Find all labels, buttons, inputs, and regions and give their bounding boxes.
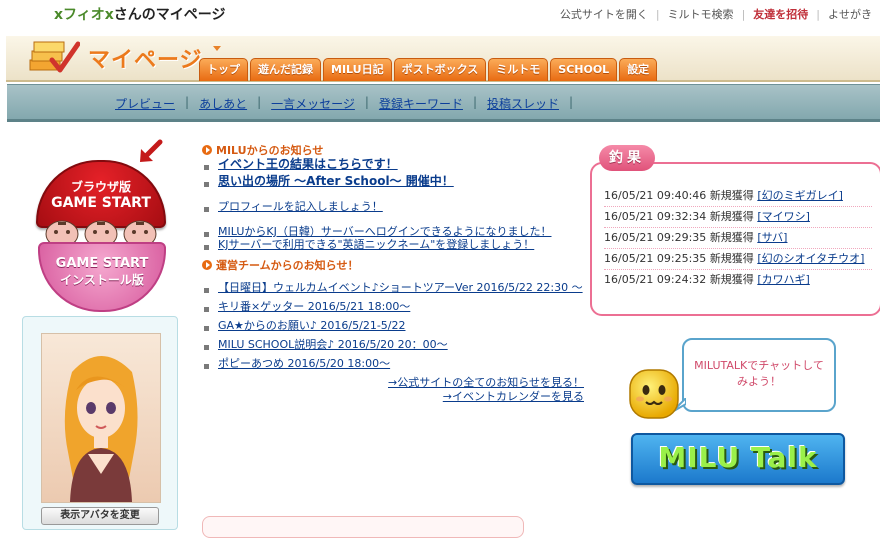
invite-friend-link[interactable]: 友達を招待 [745,8,816,21]
fish-action: 新規獲得 [709,189,754,202]
caret-down-icon [213,46,221,51]
list-item: 思い出の場所 ～After School～ 開催中！ [202,175,592,188]
change-avatar-button[interactable]: 表示アバタを変更 [41,507,159,525]
fish-time: 16/05/21 09:29:35 [604,231,707,244]
tab-milu-diary[interactable]: MILU日記 [323,58,392,81]
user-name: xフィオx [54,7,114,23]
fish-time: 16/05/21 09:24:32 [604,273,707,286]
play-bullet-icon [202,260,212,270]
event-calendar-link[interactable]: →イベントカレンダーを見る [202,390,584,404]
list-item: イベント王の結果はこちらです！ [202,158,592,171]
list-item: 【日曜日】ウェルカムイベント♪ショートツアーVer 2016/5/22 22:3… [202,281,592,294]
arrow-down-left-icon [140,139,163,162]
list-item: KJサーバーで利用できる"英語ニックネーム"を登録しましょう！ [202,238,592,251]
list-item: 16/05/21 09:32:34 新規獲得 [マイワシ] [604,207,872,228]
list-item: ポピーあつめ 2016/5/20 18:00～ [202,357,592,370]
news-link[interactable]: GA★からのお願い♪ 2016/5/21-5/22 [218,319,406,332]
list-item: 16/05/21 09:40:46 新規獲得 [幻のミギガレイ] [604,186,872,207]
tab-top[interactable]: トップ [199,58,248,81]
subnav-footprints[interactable]: あしあと [191,95,255,112]
fish-action: 新規獲得 [709,210,754,223]
news-link[interactable]: プロフィールを記入しましょう！ [218,200,383,213]
news-link[interactable]: キリ番×ゲッター 2016/5/21 18:00～ [218,300,410,313]
fish-name-link[interactable]: [マイワシ] [757,210,810,223]
list-item: 16/05/21 09:24:32 新規獲得 [カワハギ] [604,270,872,290]
news-link[interactable]: MILU SCHOOL説明会♪ 2016/5/20 20：00～ [218,338,448,351]
install-game-start-button[interactable]: GAME START インストール版 [38,242,166,312]
fish-name-link[interactable]: [幻のシオイタチウオ] [757,252,864,265]
user-page-title: xフィオxさんのマイページ [54,4,226,24]
news-link[interactable]: イベント王の結果はこちらです！ [218,157,398,171]
list-item: GA★からのお願い♪ 2016/5/21-5/22 [202,319,592,332]
news-link[interactable]: ポピーあつめ 2016/5/20 18:00～ [218,357,390,370]
fishing-results-panel: 16/05/21 09:40:46 新規獲得 [幻のミギガレイ] 16/05/2… [590,162,880,316]
fish-action: 新規獲得 [709,231,754,244]
milu-talk-button[interactable]: MILU Talk [631,433,845,485]
official-site-link[interactable]: 公式サイトを開く [552,8,656,21]
ops-news-heading: 運営チームからのお知らせ！ [202,257,592,273]
play-bullet-icon [202,145,212,155]
subnav-posted-threads[interactable]: 投稿スレッド [479,95,567,112]
subnav-registered-keywords[interactable]: 登録キーワード [371,95,471,112]
milu-news-heading: MILUからのお知らせ [202,142,592,158]
browser-version-label: ブラウザ版 [70,180,131,194]
list-item: MILUからKJ（日韓）サーバーへログインできるようになりました！ [202,225,592,238]
list-item: 16/05/21 09:25:35 新規獲得 [幻のシオイタチウオ] [604,249,872,270]
list-item: MILU SCHOOL説明会♪ 2016/5/20 20：00～ [202,338,592,351]
avatar-character-icon [64,356,138,502]
tab-school[interactable]: SCHOOL [550,58,618,81]
fish-name-link[interactable]: [幻のミギガレイ] [757,189,843,202]
top-bar: xフィオxさんのマイページ 公式サイトを開く | ミルトモ検索 | 友達を招待 | よせがき [0,0,880,30]
news-section: MILUからのお知らせ イベント王の結果はこちらです！ 思い出の場所 ～Afte… [202,142,592,404]
fishing-results-list: 16/05/21 09:40:46 新規獲得 [幻のミギガレイ] 16/05/2… [604,186,872,290]
avatar-panel: 表示アバタを変更 [22,316,178,530]
game-start-panel: ブラウザ版 GAME START GAME START インストール版 [36,138,166,312]
yosegaki-link[interactable]: よせがき [820,8,880,21]
fish-action: 新規獲得 [709,252,754,265]
main-tabs: トップ 遊んだ記録 MILU日記 ポストボックス ミルトモ SCHOOL 設定 [199,58,658,82]
subnav-links: プレビュー | あしあと | 一言メッセージ | 登録キーワード | 投稿スレッド | [107,95,575,112]
fish-time: 16/05/21 09:32:34 [604,210,707,223]
browser-game-start-label: GAME START [51,195,151,211]
header: マイページ トップ 遊んだ記録 MILU日記 ポストボックス ミルトモ SCHO… [6,36,880,82]
list-item: 16/05/21 09:29:35 新規獲得 [サバ] [604,228,872,249]
user-page-suffix: さんのマイページ [113,7,226,23]
news-link[interactable]: 思い出の場所 ～After School～ 開催中！ [218,174,454,188]
page-title: マイページ [88,48,203,73]
chat-speech-bubble: MILUTALKでチャットしてみよう！ [682,338,836,412]
tab-settings[interactable]: 設定 [619,58,658,81]
subnav-preview[interactable]: プレビュー [107,95,183,112]
tab-play-record[interactable]: 遊んだ記録 [250,58,321,81]
list-item: キリ番×ゲッター 2016/5/21 18:00～ [202,300,592,313]
install-game-start-label: GAME START [55,256,149,271]
install-version-label: インストール版 [60,273,144,287]
see-all-news-link[interactable]: →公式サイトの全てのお知らせを見る！ [202,376,584,390]
fish-time: 16/05/21 09:40:46 [604,189,707,202]
fish-name-link[interactable]: [サバ] [757,231,787,244]
mypage-logo-icon [29,41,80,73]
avatar [41,333,161,503]
see-all-links: →公式サイトの全てのお知らせを見る！ →イベントカレンダーを見る [202,376,592,404]
fish-time: 16/05/21 09:25:35 [604,252,707,265]
smiley-face-icon [629,369,679,419]
sub-navigation: プレビュー | あしあと | 一言メッセージ | 登録キーワード | 投稿スレッド | [7,84,880,122]
fish-action: 新規獲得 [709,273,754,286]
milu-news-list: イベント王の結果はこちらです！ 思い出の場所 ～After School～ 開催… [202,158,592,251]
ops-news-list: 【日曜日】ウェルカムイベント♪ショートツアーVer 2016/5/22 22:3… [202,281,592,370]
list-item: プロフィールを記入しましょう！ [202,200,592,213]
friend-search-link[interactable]: ミルトモ検索 [660,8,742,21]
news-link[interactable]: KJサーバーで利用できる"英語ニックネーム"を登録しましょう！ [218,238,534,251]
fish-name-link[interactable]: [カワハギ] [757,273,809,286]
bottom-panel [202,516,524,538]
top-links: 公式サイトを開く | ミルトモ検索 | 友達を招待 | よせがき [552,6,880,22]
tab-postbox[interactable]: ポストボックス [393,58,487,81]
news-link[interactable]: MILUからKJ（日韓）サーバーへログインできるようになりました！ [218,225,552,238]
fishing-results-title: 釣果 [599,145,655,171]
subnav-one-line-message[interactable]: 一言メッセージ [263,95,363,112]
tab-milutomo[interactable]: ミルトモ [488,58,549,81]
news-link[interactable]: 【日曜日】ウェルカムイベント♪ショートツアーVer 2016/5/22 22:3… [218,281,583,294]
